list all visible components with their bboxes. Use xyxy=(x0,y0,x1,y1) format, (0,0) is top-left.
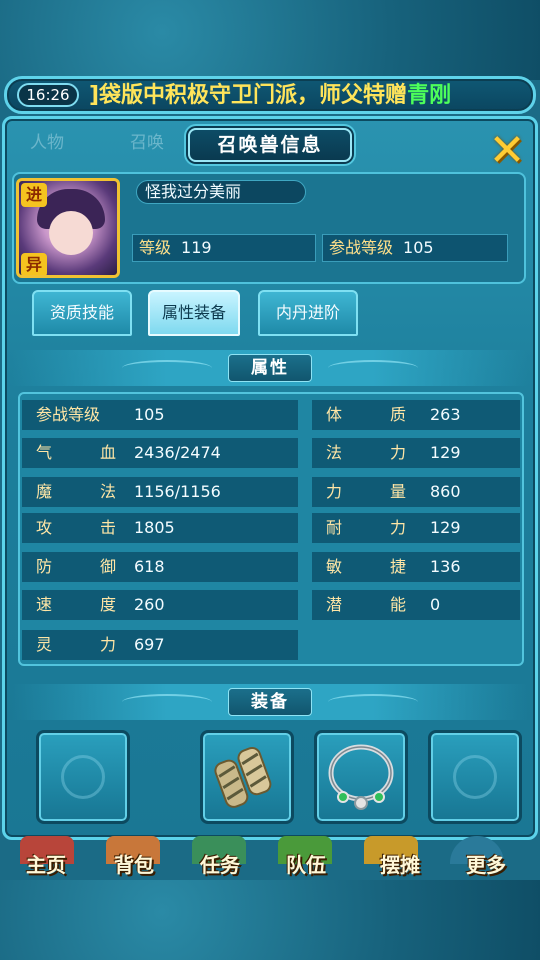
attr-row: 法力 129 xyxy=(312,438,520,468)
pet-level-value: 119 xyxy=(181,238,212,257)
tab-aptitude-skills[interactable]: 资质技能 xyxy=(32,290,132,336)
ghost-tab-summon[interactable]: 召唤 xyxy=(130,128,164,158)
attr-row: 灵力 697 xyxy=(22,630,298,660)
attr-key: 防御 xyxy=(36,557,116,576)
attr-value: 2436/2474 xyxy=(134,443,221,462)
attr-key: 攻击 xyxy=(36,518,116,537)
attr-key: 速度 xyxy=(36,595,116,614)
attr-value: 618 xyxy=(134,557,165,576)
attr-row: 潜能 0 xyxy=(312,590,520,620)
attr-value: 136 xyxy=(430,557,461,576)
window-title: 召唤兽信息 xyxy=(188,128,352,162)
pet-battle-level: 参战等级 105 xyxy=(322,234,508,262)
attr-value: 697 xyxy=(134,635,165,654)
attr-value: 105 xyxy=(134,405,165,424)
pet-level: 等级 119 xyxy=(132,234,316,262)
attr-value: 860 xyxy=(430,482,461,501)
swirl-ornament-left xyxy=(122,694,212,710)
attr-key: 法力 xyxy=(326,443,406,462)
swirl-ornament-left xyxy=(122,360,212,376)
announcement-main: ]袋版中积极守卫门派，师父特赠 xyxy=(89,83,408,108)
empty-slot-emblem-icon xyxy=(453,755,497,799)
close-icon[interactable]: ✕ xyxy=(484,128,530,174)
equipment-header: 装备 xyxy=(12,684,528,720)
announcement-text: ]袋版中积极守卫门派，师父特赠青刚 xyxy=(89,82,519,110)
attr-row: 参战等级 105 xyxy=(22,400,298,430)
pet-avatar[interactable]: 进 异 xyxy=(16,178,120,278)
swirl-ornament-right xyxy=(328,360,418,376)
attr-value: 260 xyxy=(134,595,165,614)
clock: 16:26 xyxy=(17,83,79,107)
attr-row: 气血 2436/2474 xyxy=(22,438,298,468)
pet-level-label: 等级 xyxy=(139,238,172,257)
attr-row: 体质 263 xyxy=(312,400,520,430)
tab-attributes-equipment[interactable]: 属性装备 xyxy=(148,290,240,336)
attr-key: 气血 xyxy=(36,443,116,462)
equipment-slot-empty[interactable] xyxy=(428,730,522,824)
bottom-background xyxy=(0,880,540,960)
attr-row: 防御 618 xyxy=(22,552,298,582)
attr-key: 耐力 xyxy=(326,518,406,537)
attr-key: 体质 xyxy=(326,405,406,424)
attr-key: 力量 xyxy=(326,482,406,501)
attr-value: 129 xyxy=(430,443,461,462)
variant-badge: 异 xyxy=(21,253,47,275)
armguard-icon xyxy=(214,746,272,808)
advance-badge: 进 xyxy=(21,183,47,207)
attr-row: 魔法 1156/1156 xyxy=(22,477,298,507)
ghost-tab-character[interactable]: 人物 xyxy=(30,128,64,158)
empty-slot-emblem-icon xyxy=(61,755,105,799)
pet-name-field[interactable]: 怪我过分美丽 xyxy=(136,180,306,204)
attr-value: 1156/1156 xyxy=(134,482,221,501)
attr-row: 速度 260 xyxy=(22,590,298,620)
equipment-slot-necklace[interactable] xyxy=(314,730,408,824)
attr-value: 1805 xyxy=(134,518,175,537)
attr-row: 攻击 1805 xyxy=(22,513,298,543)
attributes-title: 属性 xyxy=(228,354,312,382)
attr-key: 潜能 xyxy=(326,595,406,614)
avatar-face xyxy=(49,211,93,255)
attr-key: 灵力 xyxy=(36,635,116,654)
attr-row: 敏捷 136 xyxy=(312,552,520,582)
attr-value: 129 xyxy=(430,518,461,537)
announcement-bar: 16:26 ]袋版中积极守卫门派，师父特赠青刚 xyxy=(4,76,536,114)
tab-inner-core[interactable]: 内丹进阶 xyxy=(258,290,358,336)
attributes-header: 属性 xyxy=(12,350,528,386)
battle-level-value: 105 xyxy=(403,238,434,257)
attr-row: 力量 860 xyxy=(312,477,520,507)
attr-value: 263 xyxy=(430,405,461,424)
equipment-slot-empty[interactable] xyxy=(36,730,130,824)
necklace-icon xyxy=(328,744,394,810)
swirl-ornament-right xyxy=(328,694,418,710)
equipment-slot-armguard[interactable] xyxy=(200,730,294,824)
announcement-highlight: 青刚 xyxy=(407,83,452,108)
equipment-title: 装备 xyxy=(228,688,312,716)
attr-key: 敏捷 xyxy=(326,557,406,576)
attr-key: 参战等级 xyxy=(36,405,101,424)
attr-key: 魔法 xyxy=(36,482,116,501)
battle-level-label: 参战等级 xyxy=(329,238,394,257)
attr-row: 耐力 129 xyxy=(312,513,520,543)
attr-value: 0 xyxy=(430,595,441,614)
top-background xyxy=(0,0,540,80)
